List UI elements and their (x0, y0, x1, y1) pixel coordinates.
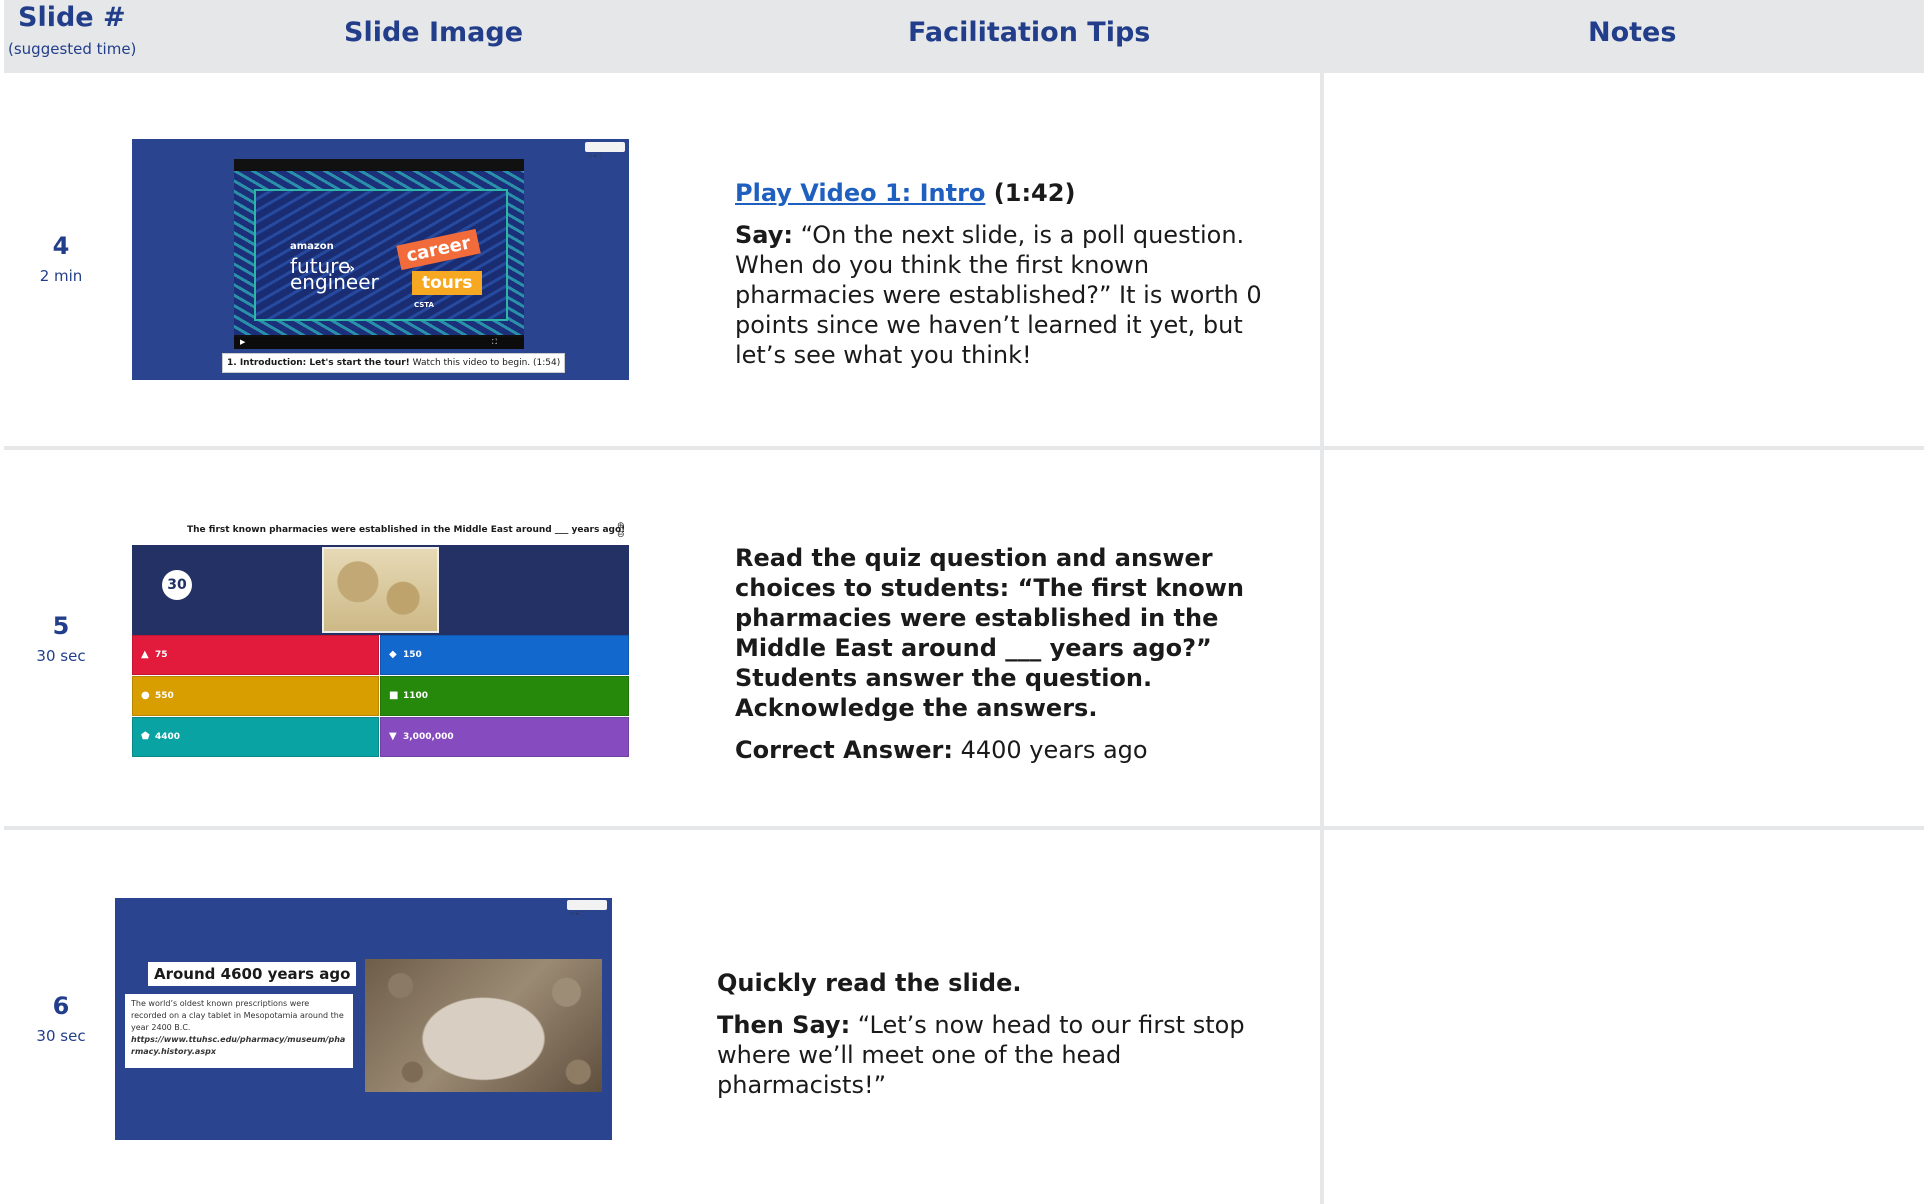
slide-number: 5 (52, 612, 70, 640)
answer-label: 150 (403, 650, 422, 660)
slide-controls: ▭ ◂ ⛶ (567, 900, 607, 917)
quiz-question: The first known pharmacies were establis… (187, 525, 626, 535)
correct-answer-label: Correct Answer: (735, 736, 953, 764)
caption-text: Watch this video to begin. (1:54) (409, 358, 561, 368)
notes-header: Notes (1588, 17, 1677, 48)
slide-thumbnail: ▭ ◂ ⛶ amazon future » engineer career to… (132, 139, 629, 380)
career-tag: career (396, 228, 481, 271)
facilitation-tips: Quickly read the slide. Then Say: “Let’s… (717, 968, 1297, 1112)
slide-time: 30 sec (36, 647, 86, 665)
play-video-link[interactable]: Play Video 1: Intro (735, 179, 985, 207)
clay-tablet-photo (365, 959, 602, 1092)
video-player[interactable]: amazon future » engineer career tours CS… (234, 159, 524, 349)
diamond-icon: ◆ (389, 649, 397, 660)
row-divider (4, 446, 1924, 450)
slide-number: 6 (52, 992, 70, 1020)
slide-body-text: The world’s oldest known prescriptions w… (131, 999, 344, 1032)
fullscreen-icon[interactable]: ⛶ (492, 338, 497, 347)
square-icon: ■ (389, 690, 399, 701)
video-title-card: amazon future » engineer career tours CS… (254, 189, 508, 321)
video-caption: 1. Introduction: Let's start the tour! W… (222, 353, 566, 373)
answer-label: 75 (155, 650, 168, 660)
read-instruction: Quickly read the slide. (717, 969, 1022, 997)
options-icon[interactable]: ⊕ ⊖ (617, 522, 625, 540)
answer-option[interactable]: ◆ 150 (380, 635, 629, 675)
caption-title: 1. Introduction: Let's start the tour! (227, 358, 410, 368)
video-duration: (1:42) (985, 179, 1076, 207)
video-background: amazon future » engineer career tours CS… (234, 171, 524, 335)
suggested-time-subheader: (suggested time) (8, 40, 137, 58)
answer-option[interactable]: ● 550 (132, 676, 379, 716)
then-say-label: Then Say: (717, 1011, 851, 1039)
table-header: Slide # (suggested time) Slide Image Fac… (4, 0, 1924, 73)
slide-title: Around 4600 years ago (148, 962, 357, 986)
answer-option[interactable]: ⬟ 4400 (132, 717, 379, 757)
triangle-icon: ▲ (141, 649, 149, 660)
slide-time: 30 sec (36, 1027, 86, 1045)
answer-option[interactable]: ▼ 3,000,000 (380, 717, 629, 757)
slide-number-header: Slide # (18, 2, 126, 33)
video-control-bar[interactable]: ▶ ⛶ (234, 337, 524, 349)
engineer-text: engineer (290, 270, 379, 294)
control-icons: ▭ ◂ ⛶ (587, 153, 601, 159)
circle-icon: ● (141, 690, 150, 701)
facilitation-tips: Play Video 1: Intro (1:42) Say: “On the … (735, 178, 1290, 382)
tours-tag: tours (412, 271, 483, 295)
csta-logo: CSTA (414, 301, 434, 309)
quiz-timer: 30 (162, 570, 192, 600)
map-image (322, 547, 439, 633)
say-label: Say: (735, 221, 793, 249)
column-divider (1320, 73, 1324, 1204)
slide-number: 4 (52, 232, 70, 260)
answer-label: 3,000,000 (403, 732, 454, 742)
answer-label: 550 (155, 691, 174, 701)
pentagon-icon: ⬟ (141, 731, 150, 742)
facilitation-tips-header: Facilitation Tips (908, 17, 1151, 48)
quiz-instruction: Read the quiz question and answer choice… (735, 544, 1244, 722)
quiz-panel: 30 (132, 545, 629, 635)
play-icon[interactable]: ▶ (240, 338, 245, 346)
slide-time: 2 min (39, 267, 83, 285)
down-triangle-icon: ▼ (389, 731, 397, 742)
correct-answer-text: 4400 years ago (952, 736, 1148, 764)
answer-option[interactable]: ■ 1100 (380, 676, 629, 716)
slide-image-header: Slide Image (344, 17, 524, 48)
slide-thumbnail: ▭ ◂ ⛶ Around 4600 years ago The world’s … (115, 898, 612, 1140)
facilitation-tips: Read the quiz question and answer choice… (735, 543, 1290, 777)
answer-label: 1100 (403, 691, 429, 701)
row-divider (4, 826, 1924, 830)
slide-controls: ▭ ◂ ⛶ (585, 142, 625, 159)
say-text: “On the next slide, is a poll question. … (735, 221, 1262, 369)
answer-option[interactable]: ▲ 75 (132, 635, 379, 675)
amazon-logo: amazon (290, 241, 334, 252)
slide-body: The world’s oldest known prescriptions w… (125, 994, 353, 1068)
answer-label: 4400 (155, 732, 181, 742)
control-icons: ▭ ◂ ⛶ (569, 911, 583, 917)
slide-link[interactable]: https://www.ttuhsc.edu/pharmacy/museum/p… (131, 1034, 347, 1058)
